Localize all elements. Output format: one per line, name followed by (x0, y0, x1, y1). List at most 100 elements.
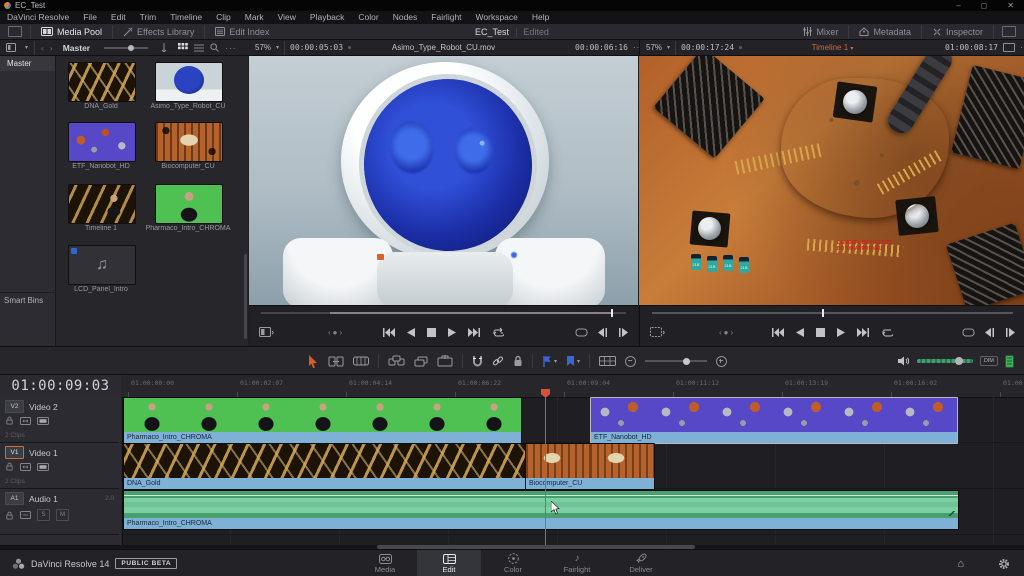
skip-back-button[interactable] (383, 327, 395, 337)
timeline-lanes[interactable]: Pharmaco_Intro_CHROMA ETF_Nanobot_HD DNA… (121, 397, 1024, 546)
zoom-out-icon[interactable] (625, 355, 637, 367)
volume-slider-thumb[interactable] (954, 357, 963, 365)
timeline-zoom-level[interactable]: 57% (646, 43, 662, 52)
menu-file[interactable]: File (76, 11, 104, 24)
media-clip-label[interactable]: Pharmaco_Intro_CHROMA (145, 225, 231, 232)
bin-view-icon[interactable] (6, 43, 19, 52)
menu-edit[interactable]: Edit (104, 11, 133, 24)
chevron-down-icon[interactable]: ▾ (25, 44, 28, 51)
menu-playback[interactable]: Playback (303, 11, 352, 24)
fullframe-icon[interactable] (1003, 43, 1015, 52)
page-tab-media[interactable]: Media (353, 550, 417, 576)
menu-workspace[interactable]: Workspace (469, 11, 525, 24)
chevron-down-icon[interactable]: ▾ (276, 44, 279, 51)
search-icon[interactable] (210, 43, 219, 52)
panel-toggle-icon[interactable] (8, 26, 22, 37)
slider-thumb[interactable] (128, 44, 135, 51)
timeline-clip-pharmaco-v2[interactable]: Pharmaco_Intro_CHROMA (123, 397, 522, 444)
stop-button[interactable] (816, 327, 825, 337)
page-tab-edit[interactable]: Edit (417, 550, 481, 576)
mark-clip-icon[interactable] (575, 328, 588, 337)
jog-control[interactable]: ‹●› (328, 328, 344, 337)
mark-out-icon[interactable] (618, 327, 628, 337)
solo-button[interactable]: S (37, 509, 50, 521)
skip-forward-button[interactable] (468, 327, 480, 337)
timeline-view-options-icon[interactable] (599, 356, 617, 366)
mark-in-icon[interactable] (985, 327, 995, 337)
source-viewer-video[interactable] (249, 56, 638, 305)
media-thumb-etf-nanobot[interactable] (68, 122, 136, 162)
fade-handle-icon[interactable] (948, 511, 955, 516)
project-manager-icon[interactable]: ⌂ (957, 558, 964, 570)
forward-arrow-icon[interactable]: › (50, 43, 53, 53)
track-name[interactable]: Video 2 (29, 402, 58, 412)
flag-button[interactable]: ▾ (542, 355, 557, 367)
maximize-button[interactable]: ▢ (981, 2, 988, 10)
track-badge-a1[interactable]: A1 (5, 492, 24, 505)
metadata-button[interactable]: Metadata (849, 24, 921, 39)
scrubber-playhead[interactable] (821, 309, 824, 317)
zoom-slider-thumb[interactable] (683, 357, 691, 365)
chevron-down-icon[interactable]: ▾ (850, 46, 853, 52)
stop-button[interactable] (427, 327, 436, 337)
play-reverse-button[interactable] (796, 327, 804, 337)
sort-icon[interactable] (160, 43, 168, 52)
menu-fairlight[interactable]: Fairlight (424, 11, 468, 24)
inspector-button[interactable]: Inspector (922, 24, 993, 39)
replace-clip-icon[interactable] (437, 355, 453, 367)
media-clip-label[interactable]: DNA_Gold (58, 103, 144, 110)
media-thumb-dna-gold[interactable] (68, 62, 136, 102)
track-name[interactable]: Audio 1 (29, 494, 58, 504)
effects-library-button[interactable]: Effects Library (113, 24, 204, 39)
auto-select-icon[interactable] (20, 416, 31, 425)
page-tab-deliver[interactable]: Deliver (609, 550, 673, 576)
media-thumb-biocomputer[interactable] (155, 122, 223, 162)
media-pool-vscrollbar[interactable] (244, 254, 247, 339)
source-scrubber[interactable] (261, 309, 626, 317)
track-lock-icon[interactable] (5, 416, 14, 425)
menu-timeline[interactable]: Timeline (163, 11, 209, 24)
media-clip-label[interactable]: LCD_Panel_Intro (58, 286, 144, 293)
mute-button[interactable]: M (56, 509, 69, 521)
list-view-icon[interactable] (194, 43, 205, 52)
timeline-viewer-video[interactable]: 21B 21B 21B 21B DANGER: BIOHAZARD BD TW … (639, 56, 1024, 305)
timeline-clip-pharmaco-audio[interactable]: Pharmaco_Intro_CHROMA (123, 490, 959, 530)
edit-index-button[interactable]: Edit Index (205, 24, 279, 39)
track-header-v1[interactable]: V1 Video 1 2 Clips (0, 443, 119, 489)
timeline-clip-etf-nanobot[interactable]: ETF_Nanobot_HD (590, 397, 958, 444)
play-reverse-button[interactable] (407, 327, 415, 337)
panel-toggle-right-icon[interactable] (1002, 26, 1016, 37)
bin-item-master[interactable]: Master (0, 56, 55, 71)
timeline-ruler[interactable]: 01:00:00:00 01:00:02:07 01:00:04:14 01:0… (121, 375, 1024, 398)
menu-nodes[interactable]: Nodes (386, 11, 425, 24)
loop-button[interactable] (492, 327, 504, 337)
track-lock-icon[interactable] (5, 511, 14, 520)
play-button[interactable] (448, 327, 456, 337)
insert-clip-icon[interactable] (388, 355, 405, 367)
scrubber-playhead[interactable] (611, 309, 614, 317)
jog-control[interactable]: ‹●› (719, 328, 735, 337)
source-zoom-level[interactable]: 57% (255, 43, 271, 52)
media-clip-label[interactable]: Biocomputer_CU (145, 163, 231, 170)
track-header-a1[interactable]: A1 Audio 1 2.0 S M (0, 489, 119, 535)
more-options-icon[interactable]: ··· (225, 43, 237, 53)
audio-meter-icon[interactable] (1005, 354, 1014, 368)
speaker-icon[interactable] (897, 356, 910, 366)
menu-clip[interactable]: Clip (209, 11, 238, 24)
more-options-icon[interactable]: ··· (1020, 43, 1024, 52)
menu-trim[interactable]: Trim (133, 11, 164, 24)
timeline-zoom-slider[interactable] (645, 357, 708, 365)
mixer-button[interactable]: Mixer (793, 24, 848, 39)
settings-gear-icon[interactable] (998, 558, 1010, 570)
media-thumb-timeline1[interactable] (68, 184, 136, 224)
mark-in-icon[interactable] (598, 327, 608, 337)
playhead-line[interactable] (545, 395, 546, 546)
media-thumb-lcd-panel[interactable]: ♫ (68, 245, 136, 285)
skip-forward-button[interactable] (857, 327, 869, 337)
back-arrow-icon[interactable]: ‹ (41, 43, 44, 53)
timeline-selector[interactable]: Timeline 1 (812, 43, 849, 52)
position-lock-icon[interactable] (513, 355, 523, 367)
bin-item-smart-bins[interactable]: Smart Bins (0, 292, 59, 307)
mark-clip-icon[interactable] (962, 328, 975, 337)
track-badge-v2[interactable]: V2 (5, 400, 24, 413)
